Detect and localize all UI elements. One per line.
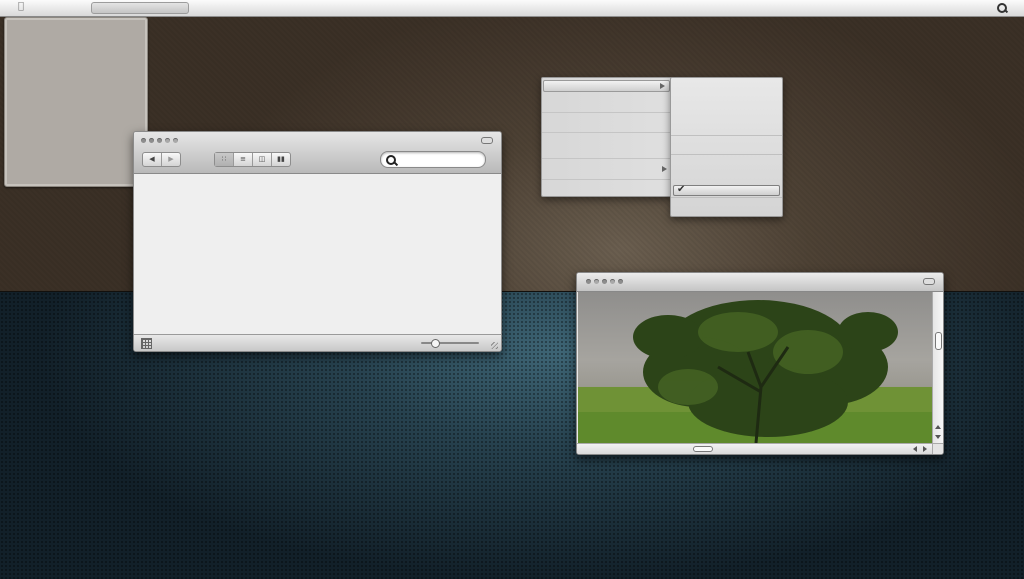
forward-arrow-icon[interactable]: ▶ <box>162 153 180 166</box>
minimize-button[interactable] <box>602 279 607 284</box>
horizontal-scrollbar[interactable] <box>577 443 933 454</box>
scroll-left-arrow-icon[interactable] <box>913 446 917 452</box>
menu-item-highlighted[interactable] <box>543 80 670 92</box>
menu-separator <box>671 197 782 198</box>
finder-search-field[interactable] <box>380 151 486 168</box>
submenu-arrow-icon <box>662 166 667 172</box>
scroll-right-arrow-icon[interactable] <box>923 446 927 452</box>
list-view-icon[interactable]: ≡ <box>234 153 253 166</box>
back-arrow-icon[interactable]: ◀ <box>143 153 162 166</box>
image-preview-window <box>576 272 944 455</box>
check-icon: ✔ <box>677 184 686 195</box>
widget-panel <box>4 17 148 187</box>
menu-item[interactable] <box>542 180 671 200</box>
menu-item[interactable] <box>542 105 671 133</box>
scroll-down-arrow-icon[interactable] <box>935 435 941 439</box>
window-title-dots <box>610 279 615 284</box>
vertical-scrollbar[interactable] <box>932 292 943 443</box>
toolbar-toggle-button[interactable] <box>923 278 935 285</box>
submenu: ✔ <box>670 77 783 217</box>
context-menu <box>541 77 672 197</box>
menu-item[interactable] <box>542 133 671 159</box>
finder-window: ◀ ▶ ∷ ≡ ◫ ▮▮ <box>133 131 502 352</box>
finder-toolbar: ◀ ▶ ∷ ≡ ◫ ▮▮ <box>134 132 501 174</box>
apple-menu-icon[interactable]:  <box>15 1 27 13</box>
grid-icon[interactable] <box>141 338 152 349</box>
view-mode-segmented-control: ∷ ≡ ◫ ▮▮ <box>214 152 291 167</box>
resize-grip-icon[interactable] <box>491 342 498 349</box>
tree-photo-svg <box>578 300 932 443</box>
menu-separator <box>671 135 782 136</box>
spotlight-search-icon[interactable] <box>996 2 1008 14</box>
icon-size-slider-track[interactable] <box>421 342 479 344</box>
minimize-button[interactable] <box>149 138 154 143</box>
horizontal-scroll-thumb[interactable] <box>693 446 713 452</box>
window-title-dots <box>173 138 178 143</box>
vertical-scroll-thumb[interactable] <box>935 332 942 351</box>
close-button[interactable] <box>141 138 146 143</box>
toolbar-toggle-button[interactable] <box>481 137 493 144</box>
zoom-button[interactable] <box>157 138 162 143</box>
search-icon <box>386 155 396 165</box>
scroll-corner <box>932 443 943 454</box>
coverflow-view-icon[interactable]: ▮▮ <box>272 153 290 166</box>
window-title-dots <box>165 138 170 143</box>
navigation-segmented-control: ◀ ▶ <box>142 152 181 167</box>
menu-item[interactable] <box>542 159 671 180</box>
zoom-button[interactable] <box>618 279 623 284</box>
tree-photo <box>578 292 932 443</box>
submenu-arrow-icon <box>660 83 665 89</box>
scroll-up-arrow-icon[interactable] <box>935 425 941 429</box>
menu-bar:  <box>0 0 1024 17</box>
icon-view-icon[interactable]: ∷ <box>215 153 234 166</box>
search-input[interactable] <box>399 153 481 165</box>
column-view-icon[interactable]: ◫ <box>253 153 272 166</box>
icon-size-slider-knob[interactable] <box>431 339 440 348</box>
submenu-item-checked[interactable]: ✔ <box>673 184 780 196</box>
menu-bar-selected-item[interactable] <box>91 2 189 14</box>
finder-content-area[interactable] <box>134 174 501 335</box>
window-title-dots <box>594 279 599 284</box>
preview-title-bar <box>577 273 943 292</box>
finder-status-bar <box>134 334 501 351</box>
close-button[interactable] <box>586 279 591 284</box>
menu-separator <box>671 154 782 155</box>
